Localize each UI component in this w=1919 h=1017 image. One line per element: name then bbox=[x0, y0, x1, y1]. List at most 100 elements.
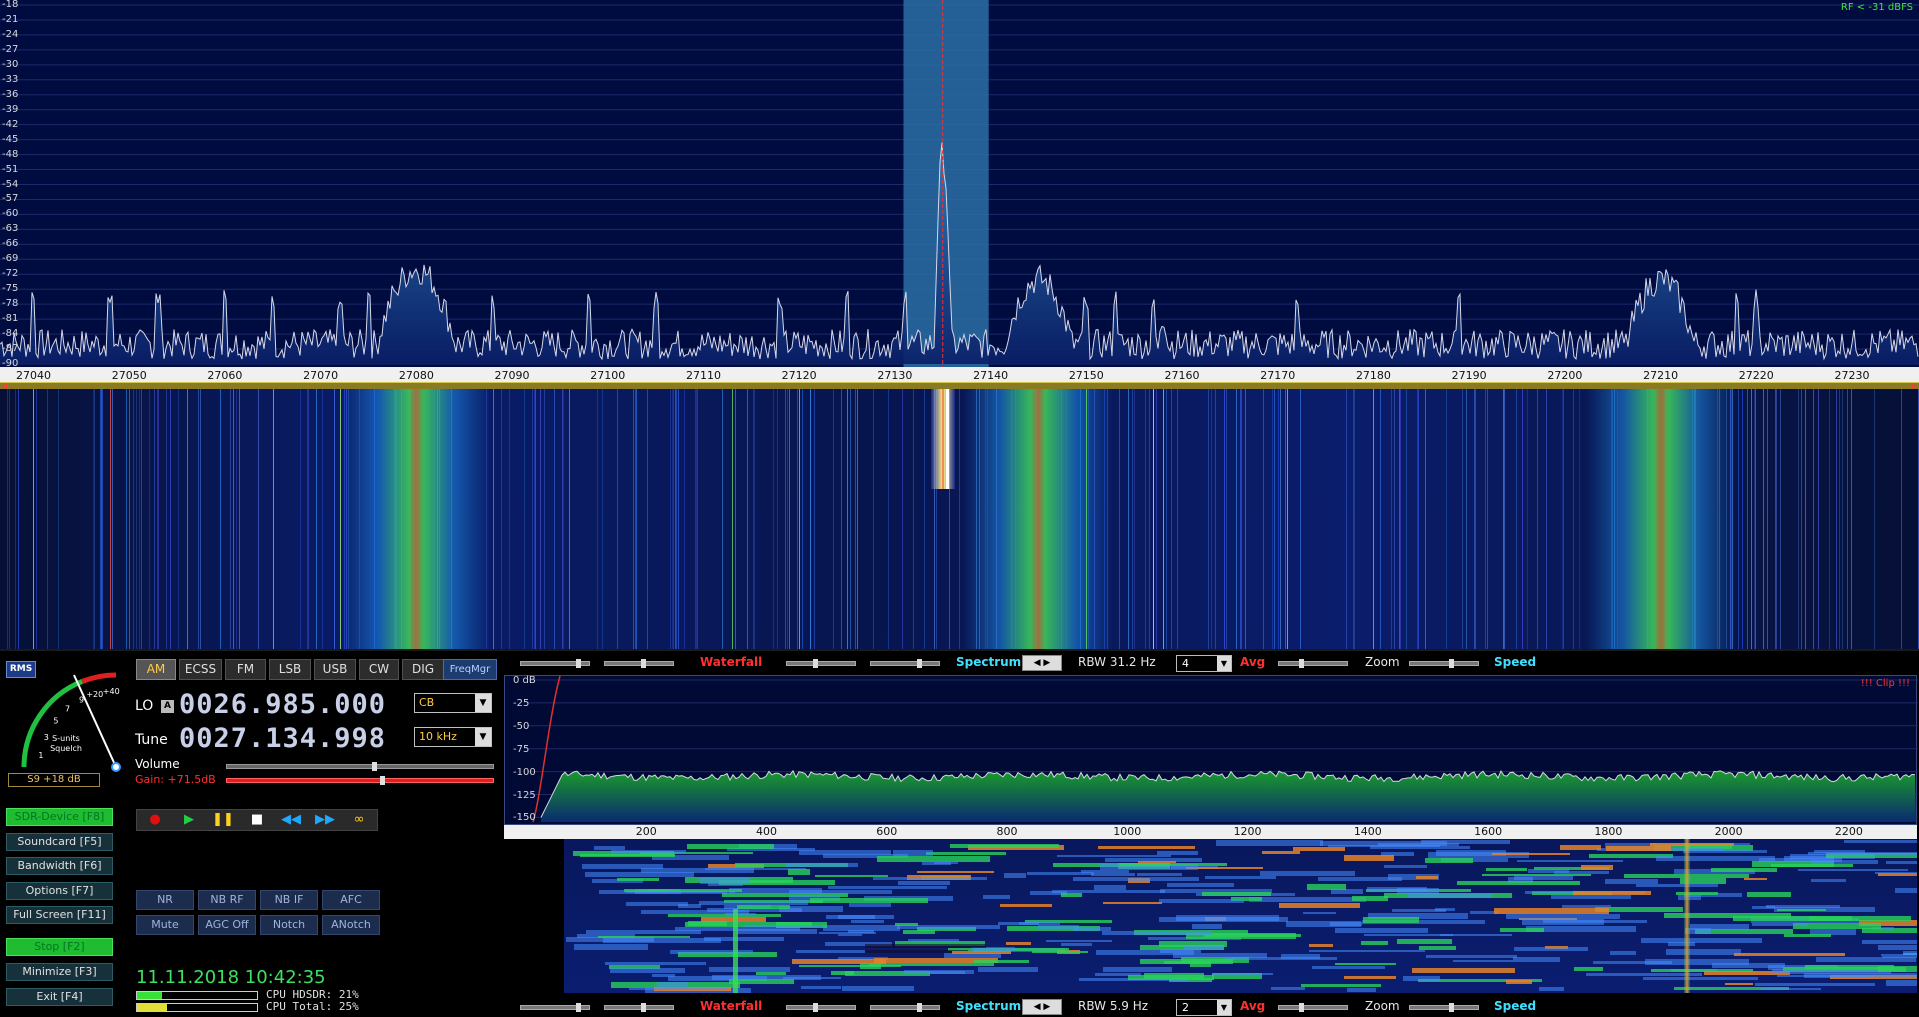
waterfall-carrier-line bbox=[1086, 389, 1087, 649]
waterfall-noise-line bbox=[1767, 389, 1768, 649]
freqmgr-button[interactable]: FreqMgr bbox=[443, 659, 497, 680]
loop-icon[interactable]: ∞ bbox=[345, 811, 373, 829]
speed-slider[interactable] bbox=[1409, 1003, 1479, 1012]
stop-icon[interactable]: ■ bbox=[243, 811, 271, 829]
main-waterfall[interactable] bbox=[0, 389, 1919, 649]
step-combo[interactable]: 10 kHz ▼ bbox=[414, 727, 492, 747]
mode-button-cw[interactable]: CW bbox=[359, 659, 399, 680]
side-button-options[interactable]: Options [F7] bbox=[6, 882, 113, 900]
zoom-slider[interactable] bbox=[1278, 659, 1348, 668]
mode-button-usb[interactable]: USB bbox=[314, 659, 356, 680]
side-button-soundcard[interactable]: Soundcard [F5] bbox=[6, 833, 113, 851]
side-button-stop[interactable]: Stop [F2] bbox=[6, 938, 113, 956]
play-icon[interactable]: ▶ bbox=[175, 811, 203, 829]
volume-label: Volume bbox=[135, 757, 180, 771]
frequency-label: 27060 bbox=[207, 369, 243, 382]
slider-thumb[interactable] bbox=[640, 1003, 646, 1012]
slider-thumb[interactable] bbox=[576, 1003, 582, 1012]
spectrum-slider[interactable] bbox=[870, 659, 940, 668]
spectrum-slider[interactable] bbox=[786, 1003, 856, 1012]
waterfall-noise-line bbox=[233, 389, 234, 649]
chevron-down-icon[interactable]: ▼ bbox=[475, 728, 491, 746]
tune-label: Tune bbox=[135, 732, 168, 748]
waterfall-noise-line bbox=[535, 389, 536, 649]
dsp-button-notch[interactable]: Notch bbox=[260, 915, 318, 935]
slider-thumb[interactable] bbox=[916, 1003, 922, 1012]
audio-spectrum[interactable]: 0 dB -25 -50 -75 -100 -125 -150 !!! Clip !!! bbox=[504, 675, 1918, 826]
waterfall-slider[interactable] bbox=[520, 1003, 590, 1012]
audio-waterfall-blob bbox=[950, 844, 1059, 848]
dsp-button-nb-rf[interactable]: NB RF bbox=[198, 890, 256, 910]
tune-frequency-display[interactable]: 0027.134.998 bbox=[179, 723, 386, 754]
rbw-spinner[interactable]: ◀ ▶ bbox=[1022, 655, 1062, 671]
dsp-button-nb-if[interactable]: NB IF bbox=[260, 890, 318, 910]
dsp-button-anotch[interactable]: ANotch bbox=[322, 915, 380, 935]
side-button-full[interactable]: Full Screen [F11] bbox=[6, 906, 113, 924]
side-button-minimize[interactable]: Minimize [F3] bbox=[6, 963, 113, 981]
slider-thumb[interactable] bbox=[813, 659, 818, 668]
avg-combo[interactable]: 2 ▼ bbox=[1176, 999, 1232, 1016]
dsp-button-nr[interactable]: NR bbox=[136, 890, 194, 910]
mode-button-dig[interactable]: DIG bbox=[402, 659, 444, 680]
main-spectrum[interactable]: -18 -21 -24 -27 -30 -33 -36 -39 -42 -45 -48 -51 -54 -… bbox=[0, 0, 1919, 370]
lo-frequency-display[interactable]: 0026.985.000 bbox=[179, 689, 386, 720]
slider-thumb[interactable] bbox=[576, 659, 582, 668]
volume-slider-thumb[interactable] bbox=[371, 762, 377, 771]
rms-button[interactable]: RMS bbox=[6, 661, 36, 678]
spectrum-slider[interactable] bbox=[870, 1003, 940, 1012]
waterfall-slider[interactable] bbox=[604, 659, 674, 668]
gain-slider-thumb[interactable] bbox=[379, 776, 385, 785]
side-button-exit[interactable]: Exit [F4] bbox=[6, 988, 113, 1006]
chevron-down-icon[interactable]: ▼ bbox=[1217, 1000, 1231, 1015]
slider-thumb[interactable] bbox=[1298, 1003, 1304, 1012]
audio-waterfall-blob bbox=[1202, 892, 1271, 896]
slider-thumb[interactable] bbox=[640, 659, 646, 668]
dsp-button-agc-off[interactable]: AGC Off bbox=[198, 915, 256, 935]
spectrum-plot[interactable] bbox=[0, 0, 1919, 370]
slider-thumb[interactable] bbox=[1449, 659, 1454, 668]
band-combo[interactable]: CB ▼ bbox=[414, 693, 492, 713]
waterfall-noise-line bbox=[647, 389, 648, 649]
mode-button-ecss[interactable]: ECSS bbox=[179, 659, 222, 680]
rewind-icon[interactable]: ◀◀ bbox=[277, 811, 305, 829]
rbw-spinner[interactable]: ◀ ▶ bbox=[1022, 999, 1062, 1015]
audio-db-label: -150 bbox=[513, 812, 536, 824]
record-icon[interactable]: ● bbox=[141, 811, 169, 829]
slider-thumb[interactable] bbox=[1298, 659, 1304, 668]
gain-slider[interactable] bbox=[226, 776, 494, 785]
audio-waterfall[interactable] bbox=[504, 839, 1917, 993]
speed-slider[interactable] bbox=[1409, 659, 1479, 668]
volume-slider[interactable] bbox=[226, 762, 494, 771]
date-time: 11.11.2018 10:42:35 bbox=[136, 967, 326, 988]
frequency-scroll-bar[interactable]: ◀ ▶ bbox=[0, 382, 1919, 390]
pause-icon[interactable]: ❚❚ bbox=[209, 811, 237, 829]
mode-button-lsb[interactable]: LSB bbox=[269, 659, 311, 680]
slider-thumb[interactable] bbox=[916, 659, 922, 668]
waterfall-noise-line bbox=[334, 389, 335, 649]
slider-thumb[interactable] bbox=[813, 1003, 818, 1012]
waterfall-noise-line bbox=[1751, 389, 1752, 649]
zoom-slider[interactable] bbox=[1278, 1003, 1348, 1012]
chevron-down-icon[interactable]: ▼ bbox=[1217, 656, 1231, 671]
audio-spectrum-plot[interactable] bbox=[505, 676, 1918, 826]
side-button-bandwidth[interactable]: Bandwidth [F6] bbox=[6, 857, 113, 875]
audio-waterfall-blob bbox=[1073, 877, 1199, 881]
audio-frequency-scale[interactable]: 200 400 600 800 1000 1200 1400 1600 1800 2000 2200 bbox=[504, 825, 1917, 839]
fast-forward-icon[interactable]: ▶▶ bbox=[311, 811, 339, 829]
side-button-sdr-device[interactable]: SDR-Device [F8] bbox=[6, 808, 113, 826]
dsp-button-afc[interactable]: AFC bbox=[322, 890, 380, 910]
waterfall-slider[interactable] bbox=[520, 659, 590, 668]
dsp-button-mute[interactable]: Mute bbox=[136, 915, 194, 935]
frequency-scale[interactable] bbox=[0, 367, 1919, 382]
spectrum-slider[interactable] bbox=[786, 659, 856, 668]
audio-waterfall-blob bbox=[1159, 899, 1244, 903]
chevron-down-icon[interactable]: ▼ bbox=[475, 694, 491, 712]
slider-thumb[interactable] bbox=[1449, 1003, 1454, 1012]
mode-button-fm[interactable]: FM bbox=[225, 659, 266, 680]
mode-button-am[interactable]: AM bbox=[136, 659, 176, 680]
lo-a-badge[interactable]: A bbox=[161, 700, 174, 713]
avg-combo[interactable]: 4 ▼ bbox=[1176, 655, 1232, 672]
waterfall-slider[interactable] bbox=[604, 1003, 674, 1012]
waterfall-label: Waterfall bbox=[700, 999, 763, 1013]
waterfall-noise-line bbox=[532, 389, 533, 649]
